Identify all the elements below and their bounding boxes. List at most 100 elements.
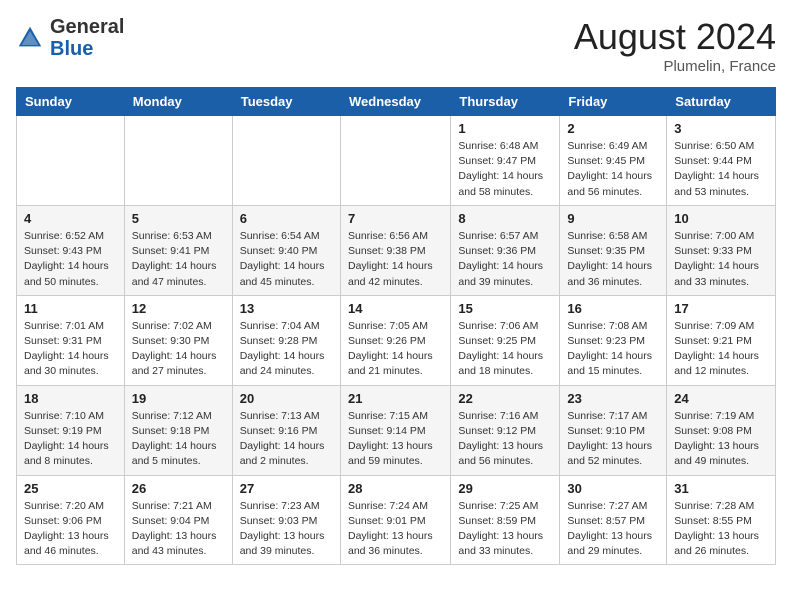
calendar-cell: 19Sunrise: 7:12 AMSunset: 9:18 PMDayligh… (124, 385, 232, 475)
day-number: 2 (567, 121, 659, 136)
day-info: Sunrise: 6:48 AMSunset: 9:47 PMDaylight:… (458, 139, 552, 200)
day-number: 25 (24, 481, 117, 496)
day-number: 21 (348, 391, 443, 406)
weekday-header-wednesday: Wednesday (340, 88, 450, 116)
calendar-cell: 31Sunrise: 7:28 AMSunset: 8:55 PMDayligh… (667, 475, 776, 565)
calendar-cell: 8 Sunrise: 6:57 AMSunset: 9:36 PMDaylight… (451, 205, 560, 295)
calendar-week-3: 11Sunrise: 7:01 AMSunset: 9:31 PMDayligh… (17, 295, 776, 385)
calendar-cell: 12 Sunrise: 7:02 AMSunset: 9:30 PMDayligh… (124, 295, 232, 385)
day-info: Sunrise: 7:00 AMSunset: 9:33 PMDaylight:… (674, 229, 768, 290)
calendar-cell: 25 Sunrise: 7:20 AMSunset: 9:06 PMDayligh… (17, 475, 125, 565)
weekday-header-saturday: Saturday (667, 88, 776, 116)
day-info: Sunrise: 7:08 AMSunset: 9:23 PMDaylight:… (567, 319, 659, 380)
calendar-cell: 22 Sunrise: 7:16 AMSunset: 9:12 PMDayligh… (451, 385, 560, 475)
calendar-cell: 16 Sunrise: 7:08 AMSunset: 9:23 PMDayligh… (560, 295, 667, 385)
day-number: 19 (132, 391, 225, 406)
day-info: Sunrise: 7:06 AMSunset: 9:25 PMDaylight:… (458, 319, 552, 380)
day-info: Sunrise: 6:52 AMSunset: 9:43 PMDaylight:… (24, 229, 117, 290)
day-info: Sunrise: 7:25 AMSunset: 8:59 PMDaylight:… (458, 499, 552, 560)
day-info: Sunrise: 7:10 AMSunset: 9:19 PMDaylight:… (24, 409, 117, 470)
day-info: Sunrise: 7:17 AMSunset: 9:10 PMDaylight:… (567, 409, 659, 470)
day-number: 17 (674, 301, 768, 316)
day-info: Sunrise: 7:02 AMSunset: 9:30 PMDaylight:… (132, 319, 225, 380)
calendar-cell: 18 Sunrise: 7:10 AMSunset: 9:19 PMDayligh… (17, 385, 125, 475)
calendar-cell: 17 Sunrise: 7:09 AMSunset: 9:21 PMDayligh… (667, 295, 776, 385)
day-info: Sunrise: 7:21 AMSunset: 9:04 PMDaylight:… (132, 499, 225, 560)
calendar-cell: 29 Sunrise: 7:25 AMSunset: 8:59 PMDayligh… (451, 475, 560, 565)
calendar-cell: 6Sunrise: 6:54 AMSunset: 9:40 PMDaylight… (232, 205, 340, 295)
day-number: 16 (567, 301, 659, 316)
calendar-cell: 30 Sunrise: 7:27 AMSunset: 8:57 PMDayligh… (560, 475, 667, 565)
day-info: Sunrise: 6:56 AMSunset: 9:38 PMDaylight:… (348, 229, 443, 290)
weekday-header-sunday: Sunday (17, 88, 125, 116)
day-number: 5 (132, 211, 225, 226)
calendar-cell (17, 116, 125, 206)
day-number: 30 (567, 481, 659, 496)
day-number: 10 (674, 211, 768, 226)
calendar-cell: 23 Sunrise: 7:17 AMSunset: 9:10 PMDayligh… (560, 385, 667, 475)
calendar-cell: 26 Sunrise: 7:21 AMSunset: 9:04 PMDayligh… (124, 475, 232, 565)
day-number: 9 (567, 211, 659, 226)
day-number: 22 (458, 391, 552, 406)
day-info: Sunrise: 7:16 AMSunset: 9:12 PMDaylight:… (458, 409, 552, 470)
title-block: August 2024 Plumelin, France (574, 16, 776, 75)
day-info: Sunrise: 6:58 AMSunset: 9:35 PMDaylight:… (567, 229, 659, 290)
weekday-header-tuesday: Tuesday (232, 88, 340, 116)
day-number: 15 (458, 301, 552, 316)
calendar-cell (340, 116, 450, 206)
calendar-cell: 21 Sunrise: 7:15 AMSunset: 9:14 PMDayligh… (340, 385, 450, 475)
day-number: 13 (240, 301, 333, 316)
calendar-cell (232, 116, 340, 206)
month-title: August 2024 (574, 16, 776, 58)
day-info: Sunrise: 7:15 AMSunset: 9:14 PMDaylight:… (348, 409, 443, 470)
calendar-cell: 10 Sunrise: 7:00 AMSunset: 9:33 PMDayligh… (667, 205, 776, 295)
calendar-cell: 28 Sunrise: 7:24 AMSunset: 9:01 PMDayligh… (340, 475, 450, 565)
day-number: 26 (132, 481, 225, 496)
day-number: 18 (24, 391, 117, 406)
day-number: 20 (240, 391, 333, 406)
page-header: General Blue August 2024 Plumelin, Franc… (16, 16, 776, 75)
day-number: 12 (132, 301, 225, 316)
calendar-cell: 2 Sunrise: 6:49 AMSunset: 9:45 PMDaylight… (560, 116, 667, 206)
day-info: Sunrise: 7:19 AMSunset: 9:08 PMDaylight:… (674, 409, 768, 470)
day-number: 23 (567, 391, 659, 406)
calendar-cell: 3Sunrise: 6:50 AMSunset: 9:44 PMDaylight… (667, 116, 776, 206)
day-info: Sunrise: 7:20 AMSunset: 9:06 PMDaylight:… (24, 499, 117, 560)
day-number: 28 (348, 481, 443, 496)
calendar-cell: 7 Sunrise: 6:56 AMSunset: 9:38 PMDaylight… (340, 205, 450, 295)
calendar-cell: 24Sunrise: 7:19 AMSunset: 9:08 PMDayligh… (667, 385, 776, 475)
calendar-cell: 9 Sunrise: 6:58 AMSunset: 9:35 PMDaylight… (560, 205, 667, 295)
day-number: 31 (674, 481, 768, 496)
day-number: 27 (240, 481, 333, 496)
calendar-cell: 1Sunrise: 6:48 AMSunset: 9:47 PMDaylight… (451, 116, 560, 206)
weekday-header-thursday: Thursday (451, 88, 560, 116)
day-number: 14 (348, 301, 443, 316)
day-info: Sunrise: 6:49 AMSunset: 9:45 PMDaylight:… (567, 139, 659, 200)
day-number: 8 (458, 211, 552, 226)
calendar-table: SundayMondayTuesdayWednesdayThursdayFrid… (16, 87, 776, 565)
calendar-week-5: 25 Sunrise: 7:20 AMSunset: 9:06 PMDayligh… (17, 475, 776, 565)
calendar-cell: 27Sunrise: 7:23 AMSunset: 9:03 PMDayligh… (232, 475, 340, 565)
calendar-week-2: 4 Sunrise: 6:52 AMSunset: 9:43 PMDaylight… (17, 205, 776, 295)
calendar-cell: 4 Sunrise: 6:52 AMSunset: 9:43 PMDaylight… (17, 205, 125, 295)
calendar-cell: 15 Sunrise: 7:06 AMSunset: 9:25 PMDayligh… (451, 295, 560, 385)
day-number: 29 (458, 481, 552, 496)
location-subtitle: Plumelin, France (574, 58, 776, 75)
day-info: Sunrise: 7:27 AMSunset: 8:57 PMDaylight:… (567, 499, 659, 560)
day-info: Sunrise: 7:09 AMSunset: 9:21 PMDaylight:… (674, 319, 768, 380)
day-info: Sunrise: 7:05 AMSunset: 9:26 PMDaylight:… (348, 319, 443, 380)
day-number: 4 (24, 211, 117, 226)
day-info: Sunrise: 6:50 AMSunset: 9:44 PMDaylight:… (674, 139, 768, 200)
day-info: Sunrise: 6:57 AMSunset: 9:36 PMDaylight:… (458, 229, 552, 290)
weekday-header-monday: Monday (124, 88, 232, 116)
day-info: Sunrise: 7:24 AMSunset: 9:01 PMDaylight:… (348, 499, 443, 560)
day-info: Sunrise: 6:54 AMSunset: 9:40 PMDaylight:… (240, 229, 333, 290)
calendar-cell: 14 Sunrise: 7:05 AMSunset: 9:26 PMDayligh… (340, 295, 450, 385)
logo-blue-text: Blue (50, 38, 93, 60)
day-number: 7 (348, 211, 443, 226)
day-number: 11 (24, 301, 117, 316)
calendar-cell: 20Sunrise: 7:13 AMSunset: 9:16 PMDayligh… (232, 385, 340, 475)
logo: General Blue (16, 16, 124, 60)
calendar-week-4: 18 Sunrise: 7:10 AMSunset: 9:19 PMDayligh… (17, 385, 776, 475)
calendar-cell (124, 116, 232, 206)
